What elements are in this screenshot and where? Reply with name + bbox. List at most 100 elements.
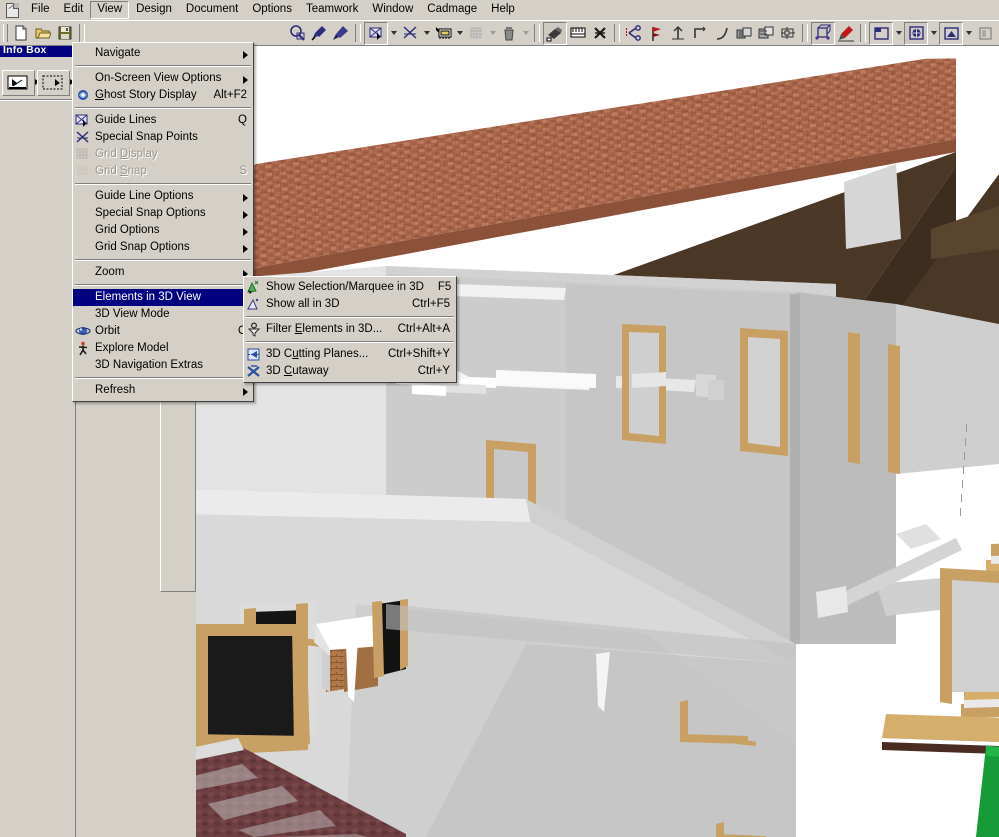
menu-window[interactable]: Window — [365, 1, 420, 19]
menu-item-shortcut: Ctrl+Alt+A — [397, 323, 450, 335]
menu-item-3d-navigation-extras[interactable]: 3D Navigation Extras — [73, 357, 253, 374]
floor-plan-window-icon[interactable] — [869, 21, 893, 45]
perspective-dropdown-arrow[interactable] — [963, 23, 974, 44]
menu-item-label: Elements in 3D View — [95, 291, 201, 303]
3d-cutaway-icon — [246, 364, 262, 379]
chevron-right-icon — [243, 245, 248, 253]
solid-element-operations-icon[interactable] — [733, 23, 755, 44]
menu-cadmage[interactable]: Cadmage — [420, 1, 484, 19]
fillet-icon[interactable] — [711, 23, 733, 44]
trash-dropdown-arrow[interactable] — [520, 23, 531, 44]
menu-item-special-snap-points[interactable]: Special Snap Points — [73, 129, 253, 146]
infobox-arrow-tool-button[interactable] — [2, 70, 39, 96]
3d-window-dropdown-arrow[interactable] — [928, 23, 939, 44]
menu-edit[interactable]: Edit — [57, 1, 91, 19]
menu-design[interactable]: Design — [129, 1, 179, 19]
menu-item-guide-line-options[interactable]: Guide Line Options — [73, 188, 253, 205]
menu-item-label: 3D Cutting Planes... — [266, 348, 369, 360]
3d-window-icon[interactable] — [904, 21, 928, 45]
ghost-story-icon — [75, 88, 91, 103]
info-box-divider-highlight — [0, 100, 74, 101]
special-snap-points-icon[interactable] — [399, 23, 421, 44]
menu-item-shortcut: Q — [238, 114, 247, 126]
adjust-flag-icon[interactable] — [645, 23, 667, 44]
toolbar-grip[interactable] — [3, 24, 8, 42]
menu-item-label: Zoom — [95, 266, 125, 278]
menu-item-ghost-story-display[interactable]: Ghost Story Display Alt+F2 — [73, 87, 253, 104]
explore-model-icon — [75, 341, 91, 356]
menu-item-guide-lines[interactable]: Guide Lines Q — [73, 112, 253, 129]
menu-item-shortcut: F5 — [437, 281, 452, 293]
layout-window-icon[interactable] — [974, 23, 996, 44]
menu-file[interactable]: File — [24, 1, 57, 19]
menu-item-on-screen-view-options[interactable]: On-Screen View Options — [73, 70, 253, 87]
menu-item-zoom[interactable]: Zoom — [73, 264, 253, 281]
perspective-camera-icon[interactable] — [939, 21, 963, 45]
menu-document[interactable]: Document — [179, 1, 245, 19]
new-document-icon[interactable] — [10, 23, 32, 44]
menu-options[interactable]: Options — [245, 1, 299, 19]
floor-plan-dropdown-arrow[interactable] — [893, 23, 904, 44]
menu-item-special-snap-options[interactable]: Special Snap Options — [73, 205, 253, 222]
zoom-area-icon[interactable] — [286, 23, 308, 44]
menu-item-3d-cutting-planes[interactable]: 3D Cutting Planes... Ctrl+Shift+Y — [244, 346, 456, 363]
menu-item-refresh[interactable]: Refresh — [73, 382, 253, 399]
menu-item-grid-snap-options[interactable]: Grid Snap Options — [73, 239, 253, 256]
menu-item-navigate[interactable]: Navigate — [73, 45, 253, 62]
menu-separator — [246, 316, 454, 318]
menu-separator — [246, 341, 454, 343]
menu-item-label: On-Screen View Options — [95, 72, 222, 84]
application-window: Info Box File Edit View Design Document … — [0, 0, 999, 837]
measure-dropdown-arrow[interactable] — [454, 23, 465, 44]
toolbar-separator — [802, 24, 808, 42]
3d-model-view[interactable] — [196, 44, 999, 837]
menu-item-grid-options[interactable]: Grid Options — [73, 222, 253, 239]
guide-lines-icon[interactable] — [364, 21, 388, 45]
menu-item-label: Navigate — [95, 47, 141, 59]
3d-box-icon[interactable] — [811, 21, 835, 45]
guide-lines-dropdown-arrow[interactable] — [388, 23, 399, 44]
elements-in-3d-view-submenu: Show Selection/Marquee in 3D F5 Show all… — [243, 276, 457, 383]
menu-separator — [75, 107, 251, 109]
modify-structure-icon[interactable] — [755, 23, 777, 44]
multiply-icon[interactable] — [589, 23, 611, 44]
measure-tape-icon[interactable] — [432, 23, 454, 44]
menu-item-label: Special Snap Points — [95, 131, 198, 143]
menu-item-label: Grid Snap — [95, 165, 147, 177]
marker-pen-icon[interactable] — [835, 23, 857, 44]
menu-item-3d-cutaway[interactable]: 3D Cutaway Ctrl+Y — [244, 363, 456, 380]
menu-item-elements-in-3d-view[interactable]: Elements in 3D View — [73, 289, 253, 306]
special-snap-dropdown-arrow[interactable] — [421, 23, 432, 44]
guide-lines-icon — [75, 113, 91, 128]
menu-item-3d-view-mode[interactable]: 3D View Mode — [73, 306, 253, 323]
grid-snap-icon — [75, 164, 91, 179]
menu-item-show-all-in-3d[interactable]: Show all in 3D Ctrl+F5 — [244, 296, 456, 313]
split-scissors-icon[interactable] — [623, 23, 645, 44]
chevron-right-icon — [243, 388, 248, 396]
syringe-injector-icon[interactable] — [330, 23, 352, 44]
menu-view[interactable]: View — [90, 1, 130, 19]
infobox-marquee-tool-button[interactable] — [37, 70, 74, 96]
dimension-icon[interactable] — [567, 23, 589, 44]
eyedropper-icon[interactable] — [308, 23, 330, 44]
toolbar-separator — [534, 24, 540, 42]
open-folder-icon[interactable] — [32, 23, 54, 44]
menu-item-label: Grid Snap Options — [95, 241, 190, 253]
intersect-icon[interactable] — [689, 23, 711, 44]
menu-item-shortcut: Ctrl+F5 — [411, 298, 450, 310]
menu-item-explore-model[interactable]: Explore Model — [73, 340, 253, 357]
align-icon[interactable] — [777, 23, 799, 44]
menu-item-filter-elements-in-3d[interactable]: Filter Elements in 3D... Ctrl+Alt+A — [244, 321, 456, 338]
trim-icon[interactable] — [667, 23, 689, 44]
menu-item-orbit[interactable]: Orbit O — [73, 323, 253, 340]
grid-dropdown-arrow[interactable] — [487, 23, 498, 44]
menu-separator — [75, 65, 251, 67]
trash-icon[interactable] — [498, 23, 520, 44]
menu-bar: File Edit View Design Document Options T… — [0, 0, 999, 20]
menu-teamwork[interactable]: Teamwork — [299, 1, 365, 19]
menu-item-show-selection-marquee-in-3d[interactable]: Show Selection/Marquee in 3D F5 — [244, 279, 456, 296]
save-icon[interactable] — [54, 23, 76, 44]
drag-copy-icon[interactable] — [543, 21, 567, 45]
menu-help[interactable]: Help — [484, 1, 522, 19]
chevron-right-icon — [243, 211, 248, 219]
